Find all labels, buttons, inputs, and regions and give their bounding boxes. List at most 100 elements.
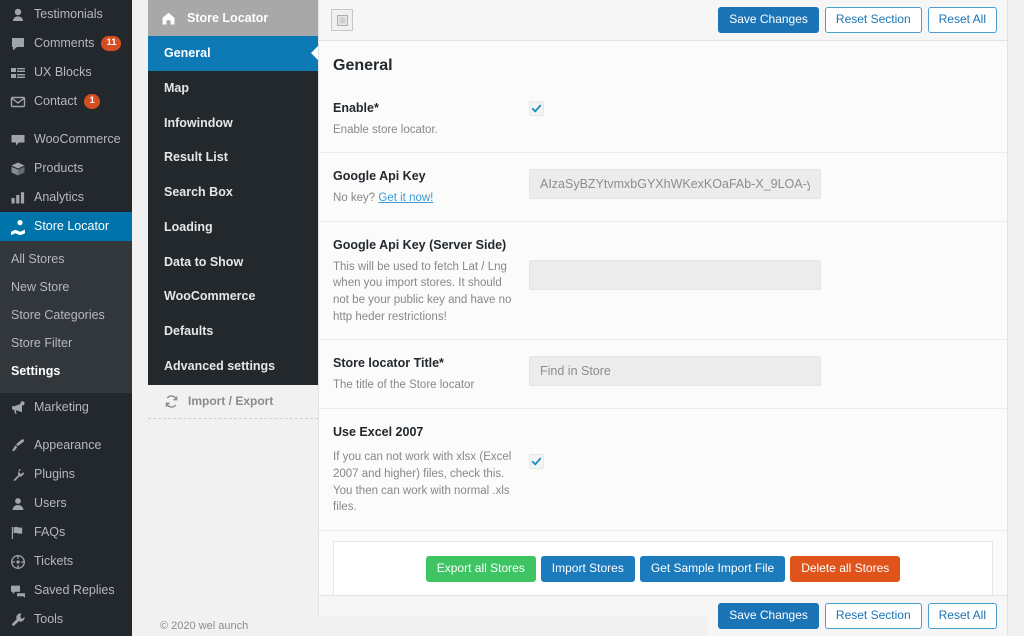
- contact-count-badge: 1: [84, 94, 100, 108]
- delete-all-stores-button[interactable]: Delete all Stores: [790, 556, 900, 582]
- sidebar-item-tickets[interactable]: Tickets: [0, 547, 132, 576]
- sidebar-item-testimonials[interactable]: Testimonials: [0, 0, 132, 29]
- field-label: Google Api Key (Server Side) This will b…: [333, 236, 529, 325]
- tab-result-list[interactable]: Result List: [148, 140, 318, 175]
- sidebar-item-ux-blocks[interactable]: UX Blocks: [0, 58, 132, 87]
- reset-section-button-top[interactable]: Reset Section: [825, 7, 922, 33]
- sidebar-item-settings[interactable]: Settings: [0, 357, 132, 385]
- sidebar-item-store-locator[interactable]: Store Locator: [0, 212, 132, 241]
- settings-topbar: Save Changes Reset Section Reset All: [319, 0, 1007, 41]
- sidebar-item-label: Store Locator: [34, 220, 109, 233]
- field-use-excel-2007: Use Excel 2007 If you can not work with …: [319, 409, 1007, 531]
- sidebar-item-label: Contact: [34, 95, 77, 108]
- sidebar-gutter: [132, 0, 148, 636]
- save-changes-button-top[interactable]: Save Changes: [718, 7, 819, 33]
- tab-search-box[interactable]: Search Box: [148, 175, 318, 210]
- paintbrush-icon: [9, 437, 27, 455]
- sidebar-item-new-store[interactable]: New Store: [0, 273, 132, 301]
- reset-section-button-bottom[interactable]: Reset Section: [825, 603, 922, 629]
- field-control: [529, 423, 993, 469]
- sidebar-item-contact[interactable]: Contact 1: [0, 87, 132, 116]
- sidebar-item-label: Plugins: [34, 468, 75, 481]
- sidebar-separator: [0, 116, 132, 125]
- sidebar-item-comments[interactable]: Comments 11: [0, 29, 132, 58]
- sync-refresh-icon: [164, 394, 179, 409]
- google-api-key-input[interactable]: [529, 169, 821, 199]
- store-locator-submenu: All Stores New Store Store Categories St…: [0, 241, 132, 393]
- sidebar-item-marketing[interactable]: Marketing: [0, 393, 132, 422]
- user-icon: [9, 495, 27, 513]
- sidebar-item-products[interactable]: Products: [0, 154, 132, 183]
- sidebar-item-faqs[interactable]: FAQs: [0, 518, 132, 547]
- woocommerce-icon: [9, 131, 27, 149]
- sidebar-item-users[interactable]: Users: [0, 489, 132, 518]
- sidebar-item-label: Tools: [34, 613, 63, 626]
- tab-map[interactable]: Map: [148, 71, 318, 106]
- sidebar-item-analytics[interactable]: Analytics: [0, 183, 132, 212]
- field-google-api-key: Google Api Key No key? Get it now!: [319, 153, 1007, 221]
- import-stores-button[interactable]: Import Stores: [541, 556, 635, 582]
- field-description: This will be used to fetch Lat / Lng whe…: [333, 259, 515, 326]
- tickets-icon: [9, 553, 27, 571]
- store-locator-map-icon: [9, 218, 27, 236]
- use-excel-2007-checkbox[interactable]: [529, 454, 544, 469]
- tab-infowindow[interactable]: Infowindow: [148, 106, 318, 141]
- export-all-stores-button[interactable]: Export all Stores: [426, 556, 536, 582]
- main-content: Save Changes Reset Section Reset All Gen…: [318, 0, 1024, 636]
- field-enable: Enable* Enable store locator.: [319, 85, 1007, 153]
- sidebar-item-store-categories[interactable]: Store Categories: [0, 301, 132, 329]
- home-icon: [160, 10, 177, 27]
- sidebar-item-label: WooCommerce: [34, 133, 121, 146]
- comments-icon: [9, 35, 27, 53]
- copyright-text: © 2020 wel aunch: [148, 616, 708, 636]
- tab-general[interactable]: General: [148, 36, 318, 71]
- tab-data-to-show[interactable]: Data to Show: [148, 245, 318, 280]
- envelope-icon: [9, 93, 27, 111]
- get-sample-import-file-button[interactable]: Get Sample Import File: [640, 556, 785, 582]
- sidebar-item-all-stores[interactable]: All Stores: [0, 245, 132, 273]
- sidebar-item-store-filter[interactable]: Store Filter: [0, 329, 132, 357]
- sidebar-item-label: Marketing: [34, 401, 89, 414]
- google-api-key-server-side-input[interactable]: [529, 260, 821, 290]
- reset-all-button-bottom[interactable]: Reset All: [928, 603, 997, 629]
- store-actions-card: Export all Stores Import Stores Get Samp…: [333, 541, 993, 595]
- wrench-icon: [9, 611, 27, 629]
- sidebar-item-saved-replies[interactable]: Saved Replies: [0, 576, 132, 605]
- no-key-text: No key?: [333, 192, 378, 204]
- faqs-flag-icon: [9, 524, 27, 542]
- save-changes-button-bottom[interactable]: Save Changes: [718, 603, 819, 629]
- sidebar-item-appearance[interactable]: Appearance: [0, 431, 132, 460]
- settings-scroll-area[interactable]: General Enable* Enable store locator.: [319, 41, 1007, 595]
- get-api-key-link[interactable]: Get it now!: [378, 192, 433, 204]
- page-title: General: [319, 41, 1007, 85]
- field-description: If you can not work with xlsx (Excel 200…: [333, 449, 515, 516]
- field-label: Enable* Enable store locator.: [333, 99, 529, 138]
- testimonials-icon: [9, 6, 27, 24]
- tab-loading[interactable]: Loading: [148, 210, 318, 245]
- sidebar-item-plugins[interactable]: Plugins: [0, 460, 132, 489]
- sidebar-item-woocommerce[interactable]: WooCommerce: [0, 125, 132, 154]
- tab-panel-header: Store Locator: [148, 0, 318, 36]
- wp-admin-sidebar: Testimonials Comments 11 UX Blocks Conta…: [0, 0, 132, 636]
- enable-checkbox[interactable]: [529, 101, 544, 116]
- plug-icon: [9, 466, 27, 484]
- comments-count-badge: 11: [101, 36, 121, 50]
- tab-import-export[interactable]: Import / Export: [148, 384, 318, 419]
- field-title: Enable*: [333, 99, 515, 118]
- tab-panel-filler: [148, 419, 318, 636]
- field-label: Use Excel 2007 If you can not work with …: [333, 423, 529, 516]
- reset-all-button-top[interactable]: Reset All: [928, 7, 997, 33]
- tab-advanced-settings[interactable]: Advanced settings: [148, 349, 318, 384]
- field-title: Google Api Key (Server Side): [333, 236, 515, 255]
- store-locator-title-input[interactable]: [529, 356, 821, 386]
- sidebar-item-label: Analytics: [34, 191, 84, 204]
- sidebar-item-tools[interactable]: Tools: [0, 605, 132, 634]
- tab-defaults[interactable]: Defaults: [148, 314, 318, 349]
- sidebar-separator-2: [0, 422, 132, 431]
- field-title: Use Excel 2007: [333, 423, 515, 442]
- field-store-locator-title: Store locator Title* The title of the St…: [319, 340, 1007, 408]
- tab-woocommerce[interactable]: WooCommerce: [148, 279, 318, 314]
- tab-import-export-label: Import / Export: [188, 394, 273, 408]
- field-label: Store locator Title* The title of the St…: [333, 354, 529, 393]
- panel-layout-icon[interactable]: [331, 9, 353, 31]
